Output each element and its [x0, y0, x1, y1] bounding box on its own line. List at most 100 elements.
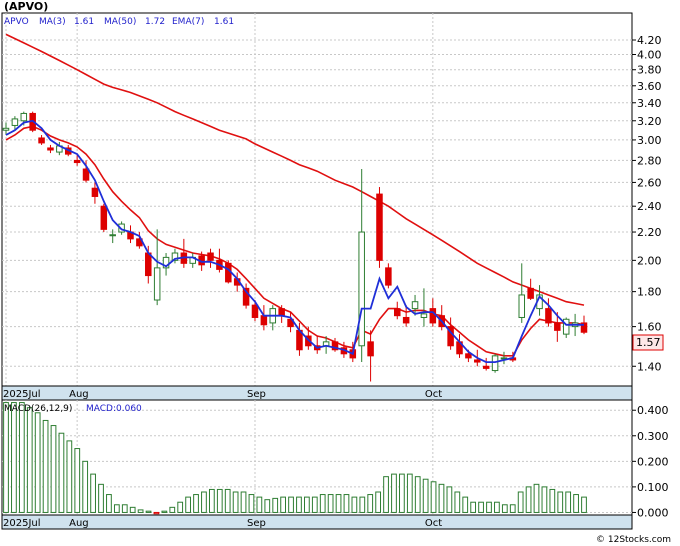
macd-bar	[557, 491, 564, 513]
candle-body	[376, 193, 383, 261]
candle-body	[2, 127, 10, 131]
macd-date-label: 2025Jul	[3, 518, 41, 529]
macd-bar	[375, 491, 382, 513]
candle-body	[207, 252, 214, 261]
candle-body	[518, 294, 526, 318]
macd-bar	[430, 481, 437, 513]
macd-bar	[272, 497, 279, 513]
macd-bar	[296, 496, 302, 513]
candle-body	[385, 267, 392, 286]
price-tick-label: 1.60	[637, 321, 662, 334]
candle-body	[562, 318, 570, 335]
macd-tick-label: 0.400	[637, 404, 669, 417]
macd-date-label: Oct	[425, 518, 442, 529]
macd-bar	[177, 501, 184, 513]
macd-tick-label: 0.100	[637, 481, 669, 494]
price-date-label: 2025Jul	[3, 389, 41, 400]
price-tick-label: 3.40	[637, 97, 662, 110]
macd-bar	[454, 491, 461, 513]
price-date-axis	[1, 385, 633, 401]
macd-bar	[280, 496, 286, 513]
macd-bar	[359, 496, 366, 513]
macd-date-label: Sep	[247, 518, 266, 529]
macd-bar	[565, 491, 572, 513]
macd-bar	[494, 501, 500, 513]
macd-bar	[113, 504, 120, 513]
macd-bar	[327, 494, 334, 513]
price-tick-label: 3.60	[637, 80, 662, 93]
macd-bar	[240, 491, 247, 513]
macd-bar	[422, 478, 429, 513]
macd-bar	[90, 473, 96, 513]
macd-tick-label: 0.200	[637, 455, 669, 468]
macd-bar	[137, 509, 144, 513]
candle-body	[474, 359, 481, 363]
macd-bar	[264, 499, 271, 513]
macd-bar	[414, 476, 421, 513]
macd-bar	[185, 496, 191, 513]
macd-bar	[335, 494, 342, 513]
candle-body	[465, 353, 472, 359]
candle-body	[545, 308, 552, 324]
candle-body	[358, 231, 365, 347]
macd-bar	[66, 440, 73, 513]
price-tick-label: 4.20	[637, 34, 662, 47]
price-tick-label: 2.00	[637, 254, 662, 267]
candle-body	[491, 355, 499, 372]
macd-bar	[34, 412, 41, 513]
macd-bar	[58, 432, 65, 513]
macd-bar	[501, 504, 508, 513]
macd-bar	[533, 483, 540, 513]
macd-bar	[486, 501, 492, 513]
macd-bar	[106, 494, 112, 513]
macd-bar	[399, 473, 405, 513]
macd-bar	[525, 486, 532, 513]
price-tick-label: 3.00	[637, 134, 662, 147]
candle-body	[402, 316, 410, 324]
macd-bar	[74, 448, 81, 513]
macd-bar	[509, 504, 516, 513]
candle-body	[394, 308, 401, 317]
macd-bar	[3, 402, 9, 513]
price-tick-label: 3.20	[637, 115, 662, 128]
price-tick-label: 2.40	[637, 200, 662, 213]
candle-body	[278, 308, 285, 317]
candle	[100, 203, 108, 233]
macd-legend-label: MACD(26,12,9)	[4, 404, 72, 414]
macd-tick-label: 0.000	[637, 506, 669, 519]
candle-body	[11, 118, 19, 126]
macd-bar	[82, 460, 89, 513]
watermark: © 12Stocks.com	[596, 535, 671, 545]
legend-ma3-label: MA(3)	[39, 17, 66, 27]
macd-tick-label: 0.300	[637, 430, 669, 443]
last-price-value: 1.57	[636, 336, 661, 349]
candle-body	[411, 301, 419, 310]
legend-ema7-label: EMA(7)	[172, 17, 204, 27]
macd-bar	[248, 494, 255, 513]
macd-bar	[311, 496, 318, 513]
macd-bar	[216, 488, 223, 513]
legend-symbol: APVO	[4, 17, 29, 27]
candle-body	[109, 234, 116, 237]
macd-bar	[121, 504, 128, 513]
candle-body	[251, 304, 259, 318]
candle-body	[554, 322, 561, 331]
candle-body	[145, 252, 152, 277]
macd-bar	[438, 483, 445, 513]
macd-bar	[446, 486, 453, 513]
candle-body	[100, 205, 108, 230]
price-tick-label: 2.20	[637, 226, 662, 239]
macd-bar	[18, 402, 25, 513]
chart-canvas: 4.20 4.00 3.80 3.60 3.40 3.20 3.00 2.80 2.60 2.40…	[1, 0, 671, 545]
legend-ma3-value: 1.61	[74, 17, 94, 27]
macd-bar	[26, 407, 33, 513]
macd-bar	[11, 402, 17, 513]
candle-body	[91, 187, 99, 197]
candle-body	[527, 287, 534, 299]
macd-bar	[406, 473, 413, 513]
macd-bar	[153, 511, 160, 515]
macd-bar	[50, 425, 57, 513]
price-date-label: Sep	[247, 389, 266, 400]
price-tick-label: 2.60	[637, 176, 662, 189]
macd-bar	[351, 496, 358, 513]
